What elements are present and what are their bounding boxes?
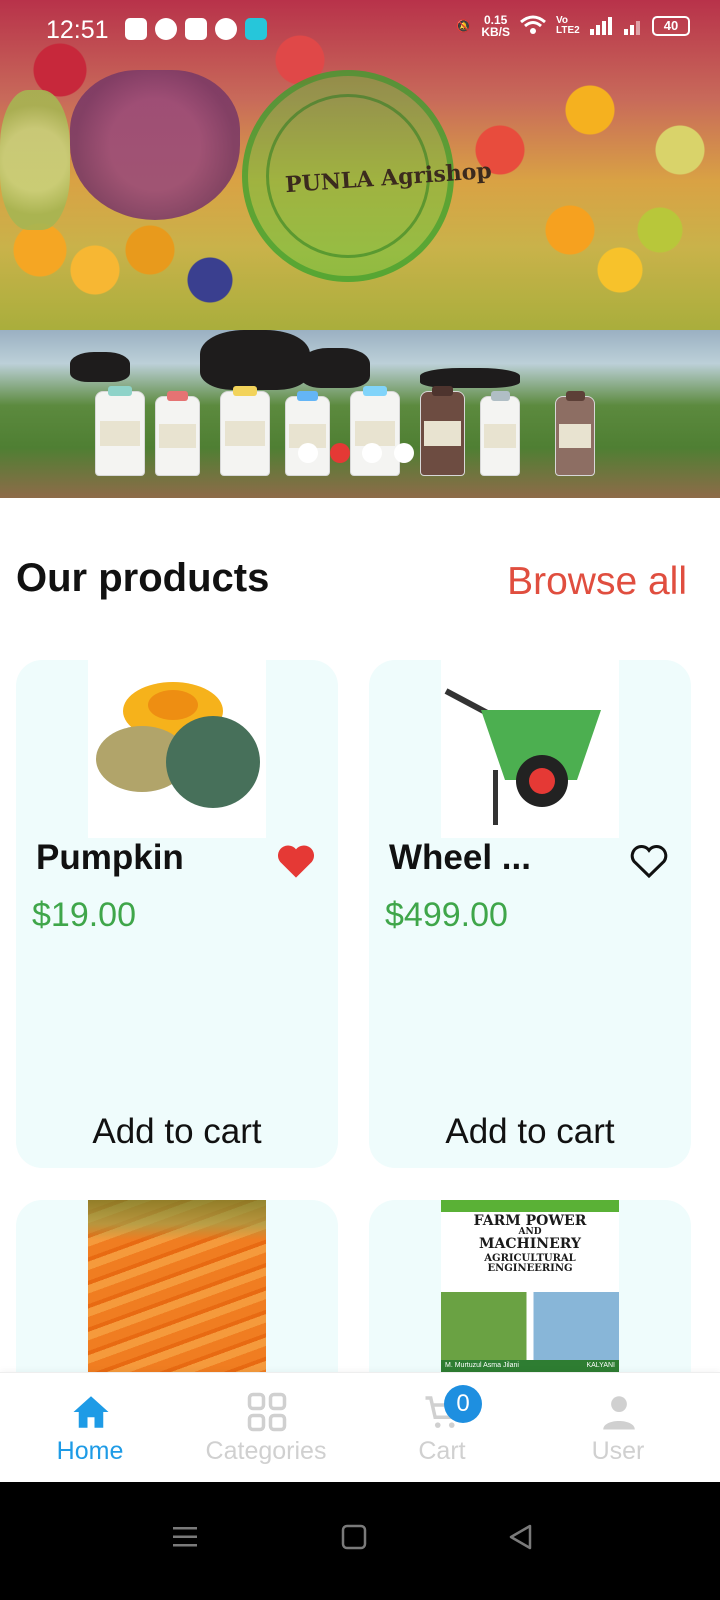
favorite-heart-outline-icon[interactable] [629, 842, 669, 880]
banner-carousel[interactable]: PUNLA Agrishop [0, 0, 720, 498]
battery-icon: 40 [652, 16, 690, 36]
bottom-navigation: Home Categories 0 Cart User [0, 1372, 720, 1482]
wifi-icon [520, 15, 546, 38]
banner-dairy-image [0, 330, 720, 498]
product-card[interactable] [16, 1200, 338, 1400]
nav-label: Cart [418, 1437, 466, 1465]
nav-label: Home [56, 1437, 124, 1465]
carousel-dot[interactable] [362, 443, 382, 463]
browse-all-link[interactable]: Browse all [507, 560, 687, 604]
product-card[interactable]: Pumpkin $19.00 Add to cart [16, 660, 338, 1168]
carousel-indicator [298, 443, 414, 463]
home-icon [70, 1391, 112, 1433]
status-time: 12:51 [46, 16, 109, 44]
volte-label: Vo LTE2 [556, 15, 580, 36]
menu-icon[interactable] [172, 1524, 198, 1555]
product-image-book: FARM POWER AND MACHINERY AGRICULTURAL EN… [441, 1200, 619, 1378]
nav-cart[interactable]: 0 Cart [352, 1373, 532, 1483]
signal-icon [590, 15, 614, 38]
user-icon [598, 1391, 640, 1433]
add-to-cart-button[interactable]: Add to cart [369, 1112, 691, 1152]
back-triangle-icon[interactable] [508, 1524, 534, 1555]
game-controller-icon [125, 18, 147, 40]
carousel-dot-active[interactable] [330, 443, 350, 463]
add-to-cart-button[interactable]: Add to cart [16, 1112, 338, 1152]
home-square-icon[interactable] [341, 1524, 367, 1555]
product-image-wheelbarrow [441, 660, 619, 838]
messenger-icon [155, 18, 177, 40]
status-bar: 12:51 🔕 0.15 KB/S Vo LTE2 40 [0, 0, 720, 64]
signal-icon-2 [624, 15, 642, 38]
nav-home[interactable]: Home [0, 1373, 180, 1483]
section-title: Our products [16, 556, 270, 600]
nav-user[interactable]: User [528, 1373, 708, 1483]
network-speed: 0.15 KB/S [481, 13, 510, 39]
product-image-pumpkin [88, 660, 266, 838]
system-status-icons: 🔕 0.15 KB/S Vo LTE2 40 [456, 14, 690, 38]
product-image-carrots [88, 1200, 266, 1378]
bell-icon [215, 18, 237, 40]
nav-label: User [591, 1437, 645, 1465]
product-price: $19.00 [32, 896, 136, 934]
app-notification-icon [245, 18, 267, 40]
product-price: $499.00 [385, 896, 508, 934]
nav-categories[interactable]: Categories [176, 1373, 356, 1483]
silent-bell-icon: 🔕 [456, 19, 472, 33]
product-name: Wheel ... [389, 838, 531, 877]
system-navigation-bar [0, 1482, 720, 1600]
cart-count-badge: 0 [444, 1385, 482, 1423]
mail-icon [185, 18, 207, 40]
product-card[interactable]: FARM POWER AND MACHINERY AGRICULTURAL EN… [369, 1200, 691, 1400]
grid-icon [246, 1391, 288, 1433]
carousel-dot[interactable] [298, 443, 318, 463]
carousel-dot[interactable] [394, 443, 414, 463]
nav-label: Categories [205, 1437, 327, 1465]
favorite-heart-filled-icon[interactable] [276, 842, 316, 880]
product-name: Pumpkin [36, 838, 184, 877]
product-card[interactable]: Wheel ... $499.00 Add to cart [369, 660, 691, 1168]
notification-icons [125, 18, 267, 40]
